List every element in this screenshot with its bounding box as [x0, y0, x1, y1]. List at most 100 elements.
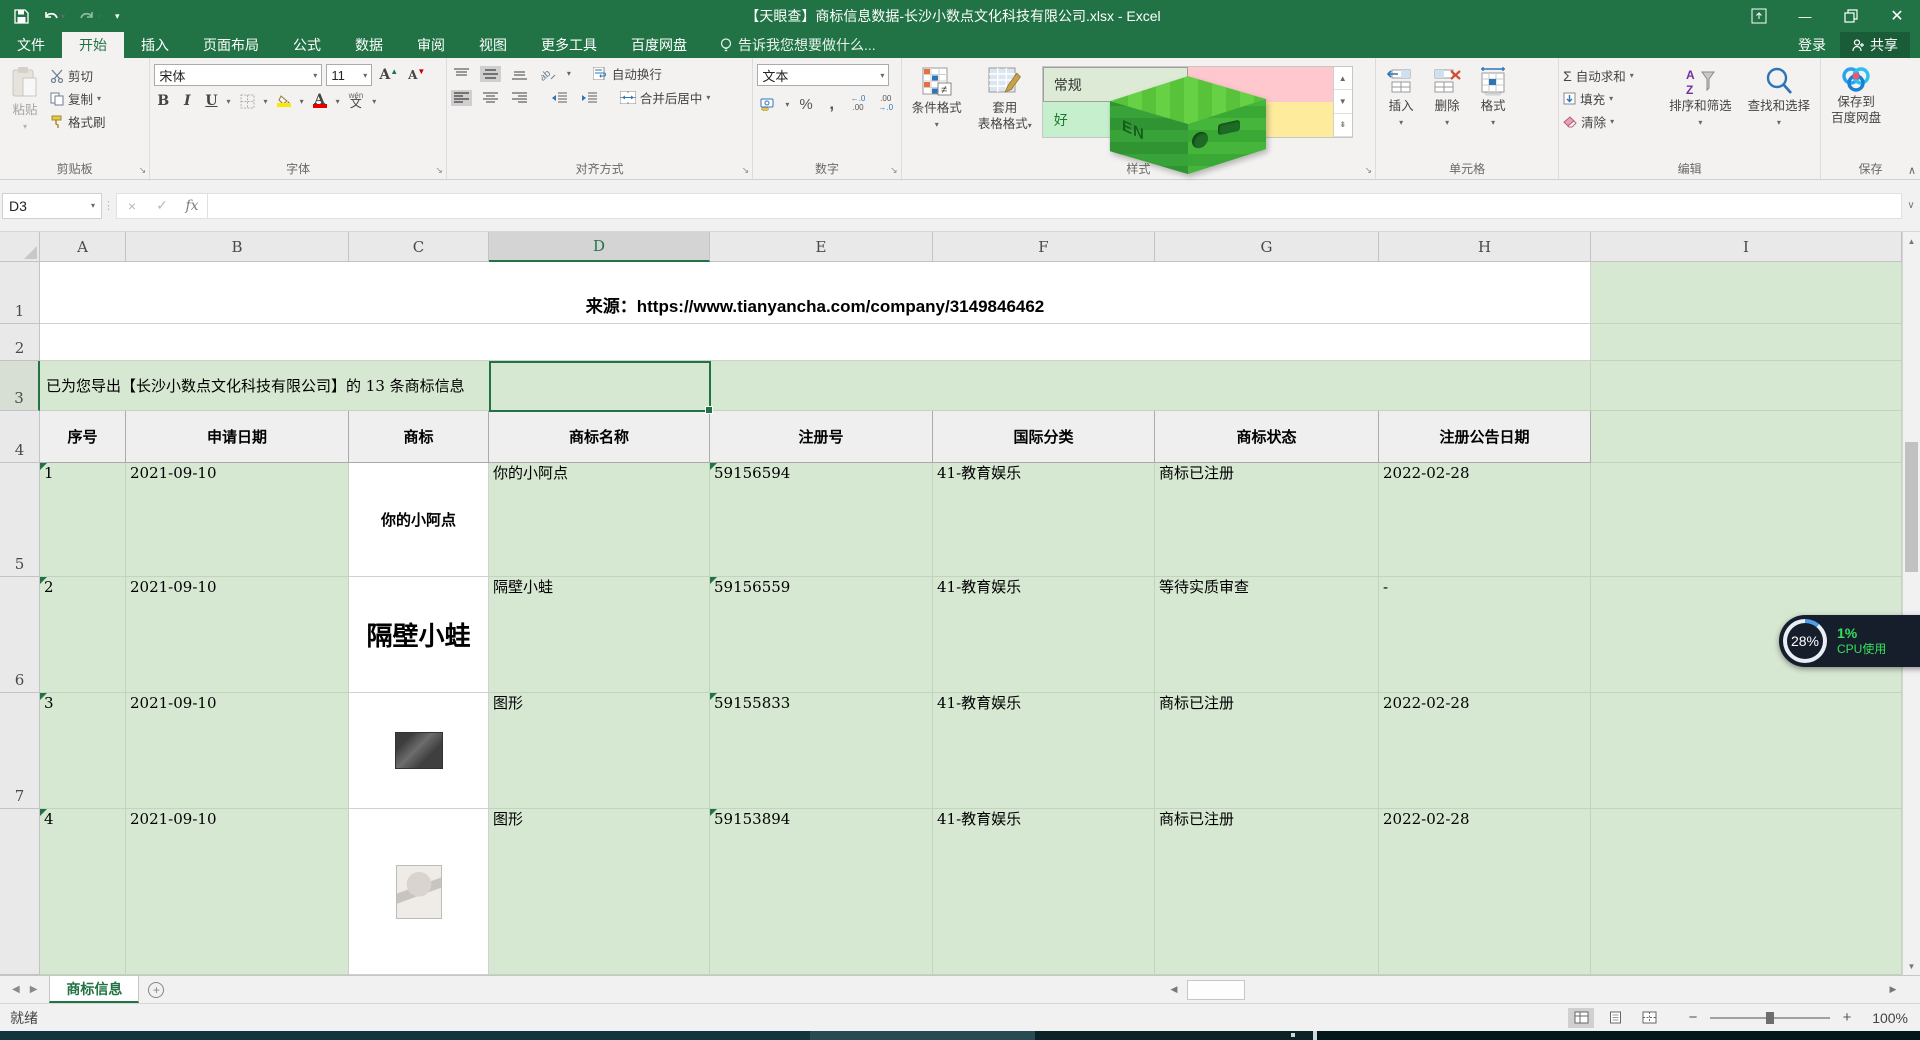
format-as-table-button[interactable]: 套用 表格格式▾ — [972, 62, 1038, 161]
select-all-corner[interactable] — [0, 232, 40, 262]
tab-insert[interactable]: 插入 — [124, 32, 186, 58]
ribbon-display-options-icon[interactable] — [1736, 0, 1782, 32]
cell[interactable] — [1591, 411, 1902, 463]
row-header-8[interactable] — [0, 809, 40, 975]
increase-decimal-icon[interactable]: ←.0.00 — [848, 93, 869, 115]
zoom-slider-track[interactable] — [1710, 1011, 1830, 1024]
cell-name[interactable]: 隔壁小蛙 — [489, 577, 710, 693]
align-middle-icon[interactable] — [479, 65, 501, 82]
column-header-b[interactable]: B — [126, 232, 349, 262]
cell-status[interactable]: 商标已注册 — [1155, 693, 1379, 809]
column-header-d[interactable]: D — [489, 232, 710, 262]
close-button[interactable]: ✕ — [1874, 0, 1920, 32]
cell-seq[interactable]: 1 — [40, 463, 126, 577]
font-color-dropdown-icon[interactable]: ▾ — [336, 97, 340, 106]
percent-style-icon[interactable]: % — [796, 94, 815, 115]
gallery-scroll-up-icon[interactable]: ▲ — [1333, 67, 1352, 91]
taskbar-sliver[interactable] — [0, 1031, 1920, 1040]
cell-class[interactable]: 41-教育娱乐 — [933, 809, 1155, 975]
conditional-formatting-button[interactable]: ≠ 条件格式 ▾ — [906, 62, 968, 161]
delete-cells-button[interactable]: 删除 ▾ — [1426, 62, 1468, 161]
scroll-up-icon[interactable]: ▲ — [1903, 232, 1920, 250]
row-header-2[interactable]: 2 — [0, 324, 40, 361]
format-painter-button[interactable]: 格式刷 — [50, 112, 106, 131]
paste-button[interactable]: 粘贴 ▾ — [4, 62, 46, 161]
cell[interactable] — [40, 324, 1591, 361]
column-header-g[interactable]: G — [1155, 232, 1379, 262]
cell[interactable] — [1591, 361, 1902, 411]
cell-trademark[interactable]: 隔壁小蛙 — [349, 577, 489, 693]
name-box[interactable]: D3 ▾ — [2, 192, 102, 219]
gallery-expand-icon[interactable]: ⇟ — [1333, 114, 1352, 137]
cell-date[interactable]: 2021-09-10 — [126, 809, 349, 975]
cell-status[interactable]: 商标已注册 — [1155, 463, 1379, 577]
cell-status[interactable]: 等待实质审查 — [1155, 577, 1379, 693]
table-header-name[interactable]: 商标名称 — [489, 411, 710, 463]
cell-regno[interactable]: 59155833 — [710, 693, 933, 809]
taskbar-segment[interactable] — [1035, 1031, 1313, 1040]
column-header-e[interactable]: E — [710, 232, 933, 262]
tell-me-box[interactable]: 告诉我您想要做什么... — [704, 32, 892, 58]
align-bottom-icon[interactable] — [509, 66, 530, 82]
cell-class[interactable]: 41-教育娱乐 — [933, 693, 1155, 809]
font-color-button[interactable]: A — [310, 92, 330, 111]
horizontal-scroll-track[interactable] — [1183, 976, 1884, 1003]
row-header-6[interactable]: 6 — [0, 577, 40, 693]
scroll-right-icon[interactable]: ▶ — [1884, 977, 1902, 1003]
column-header-f[interactable]: F — [933, 232, 1155, 262]
underline-button[interactable]: U — [202, 91, 220, 111]
fill-color-dropdown-icon[interactable]: ▾ — [300, 97, 304, 106]
expand-formula-bar-icon[interactable]: ∨ — [1902, 192, 1920, 219]
cell-pubdate[interactable]: - — [1379, 577, 1591, 693]
accounting-format-icon[interactable] — [757, 96, 778, 113]
cell-trademark[interactable] — [349, 809, 489, 975]
copy-button[interactable]: 复制 ▾ — [50, 89, 106, 108]
number-format-combo[interactable]: 文本 ▾ — [757, 64, 890, 86]
horizontal-scroll-thumb[interactable] — [1187, 979, 1245, 1000]
table-header-regno[interactable]: 注册号 — [710, 411, 933, 463]
cell-regno[interactable]: 59156559 — [710, 577, 933, 693]
cell-seq[interactable]: 2 — [40, 577, 126, 693]
vertical-scroll-thumb[interactable] — [1905, 442, 1918, 572]
underline-dropdown-icon[interactable]: ▾ — [227, 97, 231, 106]
insert-cells-button[interactable]: 插入 ▾ — [1380, 62, 1422, 161]
undo-dropdown-icon[interactable]: ▾ — [61, 12, 65, 21]
tab-file[interactable]: 文件 — [0, 32, 62, 58]
tab-baidu-netdisk[interactable]: 百度网盘 — [614, 32, 704, 58]
fill-button[interactable]: 填充 ▾ — [1563, 89, 1659, 108]
cell-seq[interactable]: 4 — [40, 809, 126, 975]
page-break-view-button[interactable] — [1636, 1008, 1662, 1028]
cut-button[interactable]: 剪切 — [50, 66, 106, 85]
borders-dropdown-icon[interactable]: ▾ — [264, 97, 268, 106]
phonetic-dropdown-icon[interactable]: ▾ — [372, 97, 376, 106]
cell-name[interactable]: 图形 — [489, 809, 710, 975]
clear-button[interactable]: 清除 ▾ — [1563, 112, 1659, 131]
customize-qat-icon[interactable]: ▾ — [115, 11, 120, 22]
normal-view-button[interactable] — [1568, 1007, 1594, 1028]
tab-more-tools[interactable]: 更多工具 — [524, 32, 614, 58]
orientation-button[interactable]: ab — [538, 65, 559, 83]
comma-style-icon[interactable]: , — [823, 92, 841, 116]
orientation-dropdown-icon[interactable]: ▾ — [567, 69, 571, 78]
autosum-button[interactable]: Σ 自动求和 ▾ — [1563, 66, 1659, 85]
sign-in-link[interactable]: 登录 — [1788, 35, 1836, 55]
save-to-baidu-button[interactable]: 保存到 百度网盘 — [1825, 62, 1887, 161]
taskbar-segment[interactable] — [0, 1031, 810, 1040]
cell-regno[interactable]: 59156594 — [710, 463, 933, 577]
new-sheet-button[interactable]: + — [139, 976, 173, 1003]
cell-class[interactable]: 41-教育娱乐 — [933, 577, 1155, 693]
table-header-date[interactable]: 申请日期 — [126, 411, 349, 463]
alignment-dialog-launcher-icon[interactable]: ↘ — [742, 165, 750, 176]
scroll-left-icon[interactable]: ◀ — [1165, 977, 1183, 1003]
minimize-button[interactable]: — — [1782, 0, 1828, 32]
share-button[interactable]: 共享 — [1840, 32, 1910, 58]
sheet-next-icon[interactable]: ▶ — [30, 984, 38, 995]
cell[interactable] — [1591, 262, 1902, 324]
collapse-ribbon-icon[interactable]: ∧ — [1908, 164, 1916, 177]
borders-button[interactable] — [237, 92, 258, 111]
cell[interactable] — [1591, 809, 1902, 975]
wrap-text-button[interactable]: 自动换行 — [592, 64, 662, 83]
row-header-3[interactable]: 3 — [0, 361, 40, 411]
font-name-combo[interactable]: 宋体 ▾ — [154, 64, 323, 86]
cube-widget-image[interactable]: EN — [1100, 70, 1266, 174]
